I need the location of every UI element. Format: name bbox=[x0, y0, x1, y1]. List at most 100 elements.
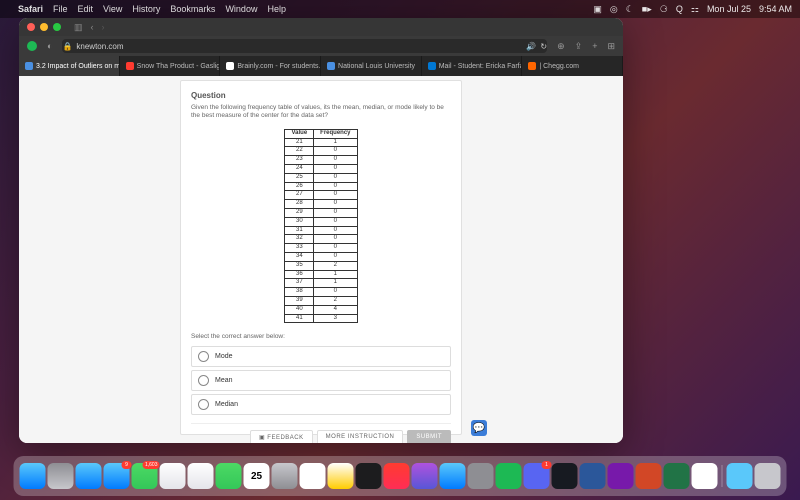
privacy-shield-icon[interactable] bbox=[27, 41, 37, 51]
table-cell: 0 bbox=[314, 288, 357, 297]
download-icon[interactable]: ⊕ bbox=[557, 41, 565, 52]
tab-4[interactable]: Mail - Student: Ericka Farfan (... bbox=[422, 56, 523, 76]
dock-notes-icon[interactable] bbox=[328, 463, 354, 489]
table-cell: 2 bbox=[314, 261, 357, 270]
menu-view[interactable]: View bbox=[103, 4, 122, 14]
tab-label: | Chegg.com bbox=[539, 63, 579, 70]
dock-safari-icon[interactable] bbox=[76, 463, 102, 489]
menu-window[interactable]: Window bbox=[225, 4, 257, 14]
menu-edit[interactable]: Edit bbox=[78, 4, 94, 14]
dock-reminders-icon[interactable] bbox=[300, 463, 326, 489]
dock-contacts-icon[interactable] bbox=[272, 463, 298, 489]
dock-tv-icon[interactable] bbox=[356, 463, 382, 489]
dock-onenote-icon[interactable] bbox=[608, 463, 634, 489]
time[interactable]: 9:54 AM bbox=[759, 4, 792, 14]
screen-record-icon[interactable]: ▣ bbox=[593, 4, 602, 15]
forward-icon[interactable]: › bbox=[102, 22, 105, 33]
share-icon[interactable]: ⇪ bbox=[575, 41, 583, 52]
macos-menubar: Safari File Edit View History Bookmarks … bbox=[0, 0, 800, 18]
table-cell: 41 bbox=[285, 314, 314, 323]
dock-citrix-icon[interactable] bbox=[692, 463, 718, 489]
table-cell: 27 bbox=[285, 191, 314, 200]
submit-button[interactable]: SUBMIT bbox=[407, 430, 451, 443]
menu-bookmarks[interactable]: Bookmarks bbox=[170, 4, 215, 14]
dock-steam-icon[interactable] bbox=[552, 463, 578, 489]
dock-music-icon[interactable] bbox=[384, 463, 410, 489]
sidebar-icon[interactable]: ▥ bbox=[74, 22, 83, 33]
maximize-button[interactable] bbox=[53, 23, 61, 31]
display-icon[interactable]: ◎ bbox=[610, 4, 618, 15]
notification-badge: 1,603 bbox=[143, 461, 160, 469]
dock-appstore-icon[interactable] bbox=[440, 463, 466, 489]
wifi-icon[interactable]: ⚆ bbox=[660, 4, 668, 15]
table-cell: 26 bbox=[285, 182, 314, 191]
dock-settings-icon[interactable] bbox=[468, 463, 494, 489]
dock-excel-icon[interactable] bbox=[664, 463, 690, 489]
answer-option-mean[interactable]: Mean bbox=[191, 370, 451, 391]
close-button[interactable] bbox=[27, 23, 35, 31]
table-cell: 36 bbox=[285, 270, 314, 279]
shield-report-icon[interactable]: ◐ bbox=[47, 41, 52, 51]
feedback-button[interactable]: ▣ FEEDBACK bbox=[250, 430, 313, 443]
radio-icon bbox=[198, 375, 209, 386]
dock-photos-icon[interactable] bbox=[188, 463, 214, 489]
dock-finder-icon[interactable] bbox=[20, 463, 46, 489]
battery-icon[interactable]: ■▸ bbox=[642, 4, 652, 15]
minimize-button[interactable] bbox=[40, 23, 48, 31]
table-cell: 22 bbox=[285, 147, 314, 156]
tab-1[interactable]: Snow Tha Product - Gaslight...🔇 bbox=[120, 56, 221, 76]
menu-file[interactable]: File bbox=[53, 4, 68, 14]
audio-icon[interactable]: 🔊 bbox=[526, 42, 536, 51]
dock-launchpad-icon[interactable] bbox=[48, 463, 74, 489]
favicon bbox=[327, 62, 335, 70]
tab-5[interactable]: | Chegg.com bbox=[522, 56, 623, 76]
table-cell: 0 bbox=[314, 253, 357, 262]
tab-0[interactable]: 3.2 Impact of Outliers on mea... bbox=[19, 56, 120, 76]
address-bar[interactable]: 🔒 knewton.com 🔊 ↻ bbox=[62, 39, 547, 53]
dock-messages-icon[interactable]: 1,603 bbox=[132, 463, 158, 489]
dock-spotify-icon[interactable] bbox=[496, 463, 522, 489]
table-row: 220 bbox=[285, 147, 357, 156]
search-icon[interactable]: Q bbox=[676, 4, 683, 14]
new-tab-icon[interactable]: + bbox=[592, 41, 597, 51]
frequency-table: Value Frequency 211220230240250260270280… bbox=[284, 129, 357, 324]
more-instruction-button[interactable]: MORE INSTRUCTION bbox=[317, 430, 404, 443]
select-answer-label: Select the correct answer below: bbox=[191, 333, 451, 340]
dock-word-icon[interactable] bbox=[580, 463, 606, 489]
favicon bbox=[528, 62, 536, 70]
table-cell: 3 bbox=[314, 314, 357, 323]
dock-mail-icon[interactable]: 9 bbox=[104, 463, 130, 489]
dock-calendar-icon[interactable]: 25 bbox=[244, 463, 270, 489]
app-name[interactable]: Safari bbox=[18, 4, 43, 14]
dock-downloads-icon[interactable] bbox=[727, 463, 753, 489]
table-cell: 32 bbox=[285, 235, 314, 244]
dock-podcasts-icon[interactable] bbox=[412, 463, 438, 489]
table-cell: 0 bbox=[314, 226, 357, 235]
menu-help[interactable]: Help bbox=[267, 4, 286, 14]
dock-maps-icon[interactable] bbox=[160, 463, 186, 489]
dock-discord-icon[interactable]: 1 bbox=[524, 463, 550, 489]
dock-facetime-icon[interactable] bbox=[216, 463, 242, 489]
tab-2[interactable]: Brainly.com - For students. By... bbox=[220, 56, 321, 76]
favicon bbox=[25, 62, 33, 70]
date[interactable]: Mon Jul 25 bbox=[707, 4, 751, 14]
table-cell: 1 bbox=[314, 279, 357, 288]
table-cell: 2 bbox=[314, 297, 357, 306]
back-icon[interactable]: ‹ bbox=[91, 22, 94, 33]
dock-powerpoint-icon[interactable] bbox=[636, 463, 662, 489]
tab-3[interactable]: National Louis University bbox=[321, 56, 422, 76]
dock-trash-icon[interactable] bbox=[755, 463, 781, 489]
tabs-overview-icon[interactable]: ⊞ bbox=[607, 41, 615, 52]
dock-separator bbox=[722, 465, 723, 487]
menu-history[interactable]: History bbox=[132, 4, 160, 14]
table-row: 404 bbox=[285, 305, 357, 314]
help-chat-icon[interactable]: 💬 bbox=[471, 420, 487, 436]
table-row: 290 bbox=[285, 209, 357, 218]
control-center-icon[interactable]: ⚏ bbox=[691, 4, 699, 15]
reload-icon[interactable]: ↻ bbox=[540, 42, 547, 51]
moon-icon[interactable]: ☾ bbox=[626, 4, 634, 15]
answer-option-median[interactable]: Median bbox=[191, 394, 451, 415]
answer-option-mode[interactable]: Mode bbox=[191, 346, 451, 367]
table-cell: 0 bbox=[314, 200, 357, 209]
tab-label: 3.2 Impact of Outliers on mea... bbox=[36, 63, 120, 70]
